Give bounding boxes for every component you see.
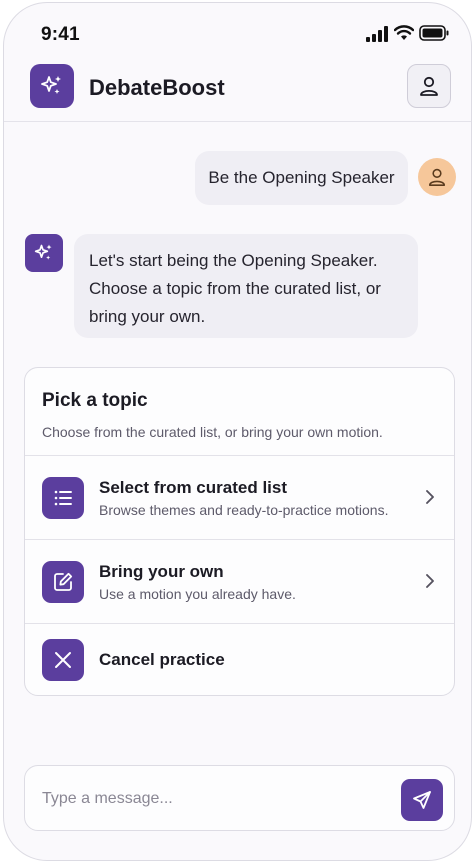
user-message-bubble: Be the Opening Speaker: [195, 151, 408, 205]
option-title: Cancel practice: [99, 650, 225, 669]
topic-picker-header: Pick a topic Choose from the curated lis…: [25, 368, 454, 456]
wifi-icon: [394, 25, 414, 40]
assistant-avatar: [25, 234, 63, 272]
app-title: DebateBoost: [89, 75, 225, 100]
message-composer: [24, 765, 455, 831]
option-title: Bring your own: [99, 562, 224, 581]
user-icon: [420, 76, 438, 96]
option-title: Select from curated list: [99, 478, 288, 497]
message-input[interactable]: [42, 786, 382, 812]
sparkles-icon: [41, 76, 61, 94]
assistant-message-line: Choose a topic from the curated list, or: [89, 279, 381, 298]
send-icon: [413, 791, 431, 809]
assistant-message-line: Let's start being the Opening Speaker.: [89, 251, 378, 270]
send-button[interactable]: [401, 779, 443, 821]
battery-icon: [419, 25, 449, 41]
option-description: Use a motion you already have.: [99, 586, 296, 602]
close-icon: [42, 639, 84, 681]
option-cancel-practice[interactable]: Cancel practice: [25, 624, 454, 695]
user-message-text: Be the Opening Speaker: [208, 168, 395, 187]
chevron-right-icon: [426, 574, 434, 588]
topic-picker-card: Pick a topic Choose from the curated lis…: [24, 367, 455, 696]
chevron-right-icon: [426, 490, 434, 504]
user-avatar: [418, 158, 456, 196]
assistant-message-bubble: Let's start being the Opening Speaker. C…: [74, 234, 418, 338]
option-description: Browse themes and ready-to-practice moti…: [99, 502, 389, 518]
sparkles-icon: [34, 244, 52, 260]
app-logo: [30, 64, 74, 108]
option-curated-list[interactable]: Select from curated list Browse themes a…: [25, 456, 454, 540]
user-icon: [428, 168, 446, 186]
topic-picker-subtitle: Choose from the curated list, or bring y…: [42, 424, 383, 440]
status-bar: 9:41: [4, 3, 471, 55]
assistant-message-line: bring your own.: [89, 307, 206, 326]
edit-icon: [42, 561, 84, 603]
cellular-signal-icon: [366, 26, 388, 42]
status-time: 9:41: [41, 24, 80, 45]
app-header: DebateBoost: [4, 59, 471, 122]
option-bring-your-own[interactable]: Bring your own Use a motion you already …: [25, 540, 454, 624]
phone-frame: 9:41 DebateBoost Be the Opening Speaker …: [3, 2, 472, 861]
topic-picker-title: Pick a topic: [42, 390, 148, 411]
list-icon: [42, 477, 84, 519]
profile-button[interactable]: [407, 64, 451, 108]
